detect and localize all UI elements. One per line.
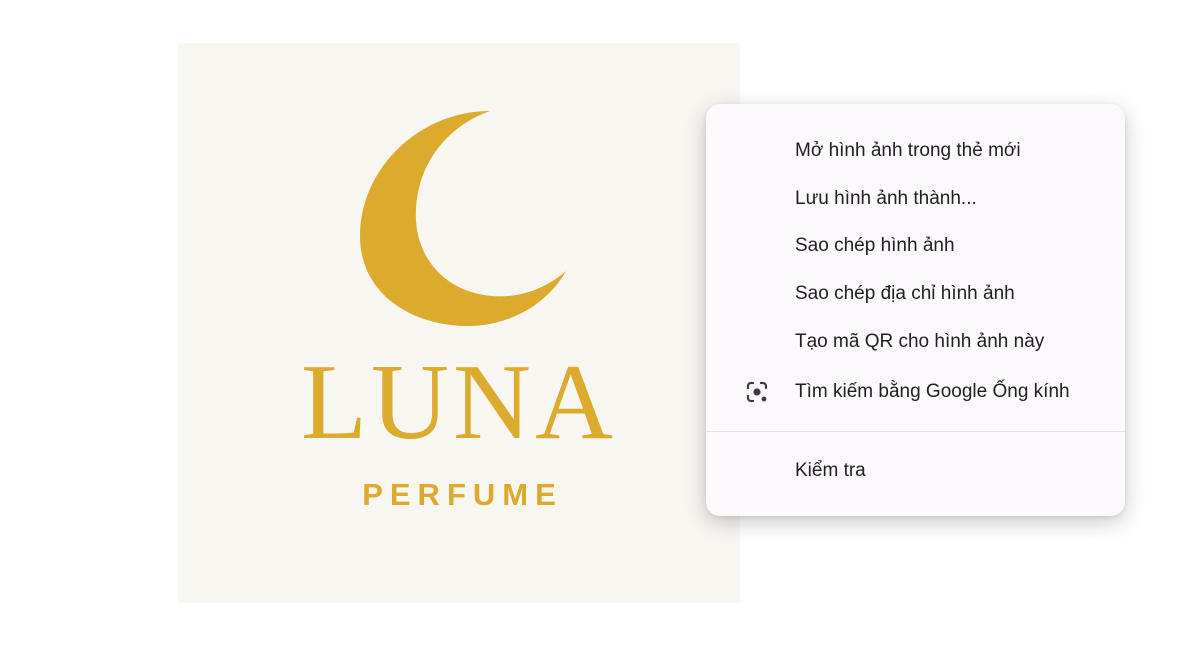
menu-item-label: Sao chép địa chỉ hình ảnh [795,283,1015,304]
menu-item-create-qr-code[interactable]: Tạo mã QR cho hình ảnh này [706,321,1125,363]
brand-name: LUNA [301,343,617,462]
menu-item-open-image-new-tab[interactable]: Mở hình ảnh trong thẻ mới [706,130,1125,172]
menu-item-save-image-as[interactable]: Lưu hình ảnh thành... [706,178,1125,220]
page-canvas: LUNA PERFUME Mở hình ảnh trong thẻ mới L… [0,0,1196,658]
brand-tagline: PERFUME [362,477,563,512]
menu-item-copy-image[interactable]: Sao chép hình ảnh [706,225,1125,267]
menu-divider [706,431,1125,432]
menu-item-label: Tạo mã QR cho hình ảnh này [795,331,1045,352]
menu-item-label: Sao chép hình ảnh [795,235,955,256]
menu-item-label: Tìm kiếm bằng Google Ống kính [795,381,1070,402]
menu-item-label: Kiểm tra [795,460,866,481]
menu-item-copy-image-address[interactable]: Sao chép địa chỉ hình ảnh [706,273,1125,315]
context-menu: Mở hình ảnh trong thẻ mới Lưu hình ảnh t… [706,104,1125,516]
crescent-moon-logo [360,111,566,327]
menu-item-label: Lưu hình ảnh thành... [795,188,977,209]
google-lens-icon [744,379,770,405]
menu-item-search-google-lens[interactable]: Tìm kiếm bằng Google Ống kính [706,371,1125,413]
luna-perfume-logo-image[interactable]: LUNA PERFUME [178,43,740,603]
menu-item-label: Mở hình ảnh trong thẻ mới [795,140,1021,161]
menu-item-inspect[interactable]: Kiểm tra [706,450,1125,492]
